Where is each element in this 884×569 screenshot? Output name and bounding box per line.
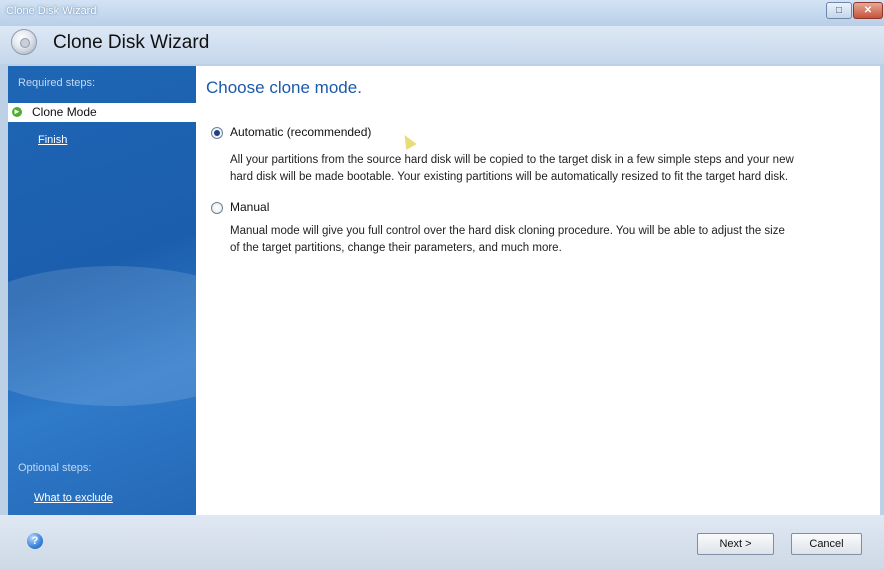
sidebar-item-label: Clone Mode [32, 105, 97, 119]
manual-description-line-1: Manual mode will give you full control o… [230, 225, 785, 237]
close-button[interactable]: ✕ [853, 2, 883, 19]
steps-sidebar: Required steps: ► Clone Mode Finish Opti… [8, 66, 196, 515]
current-step-arrow-icon: ► [12, 107, 22, 117]
required-steps-heading: Required steps: [18, 77, 96, 89]
restore-button[interactable]: □ [826, 2, 852, 19]
optional-steps-heading: Optional steps: [18, 462, 92, 474]
mouse-pointer-icon [399, 131, 417, 151]
sidebar-item-clone-mode[interactable]: ► Clone Mode [8, 103, 196, 122]
automatic-description-line-2: hard disk will be made bootable. Your ex… [230, 171, 789, 183]
disk-icon [11, 29, 37, 55]
automatic-description-line-1: All your partitions from the source hard… [230, 154, 794, 166]
manual-label[interactable]: Manual [230, 200, 269, 214]
wizard-footer: ? Next > Cancel [0, 515, 884, 569]
wizard-title: Clone Disk Wizard [53, 32, 210, 53]
restore-icon: □ [835, 5, 843, 16]
cancel-button[interactable]: Cancel [791, 533, 862, 555]
clone-disk-wizard-window: Clone Disk Wizard □ ✕ Clone Disk Wizard … [0, 0, 884, 569]
automatic-description: All your partitions from the source hard… [230, 152, 880, 186]
manual-description: Manual mode will give you full control o… [230, 223, 880, 257]
manual-description-line-2: of the target partitions, change their p… [230, 242, 562, 254]
main-content: Choose clone mode. Automatic (recommende… [196, 66, 880, 515]
next-button[interactable]: Next > [697, 533, 774, 555]
page-title: Choose clone mode. [206, 78, 362, 97]
title-bar: Clone Disk Wizard □ ✕ [0, 0, 884, 26]
sidebar-item-what-to-exclude[interactable]: What to exclude [34, 492, 113, 504]
window-title: Clone Disk Wizard [6, 5, 97, 17]
wizard-header: Clone Disk Wizard [0, 26, 884, 64]
sidebar-item-finish[interactable]: Finish [38, 134, 67, 146]
close-icon: ✕ [863, 5, 873, 16]
automatic-radio[interactable] [211, 127, 223, 139]
manual-radio[interactable] [211, 202, 223, 214]
help-icon[interactable]: ? [27, 533, 43, 549]
automatic-label[interactable]: Automatic (recommended) [230, 125, 371, 139]
